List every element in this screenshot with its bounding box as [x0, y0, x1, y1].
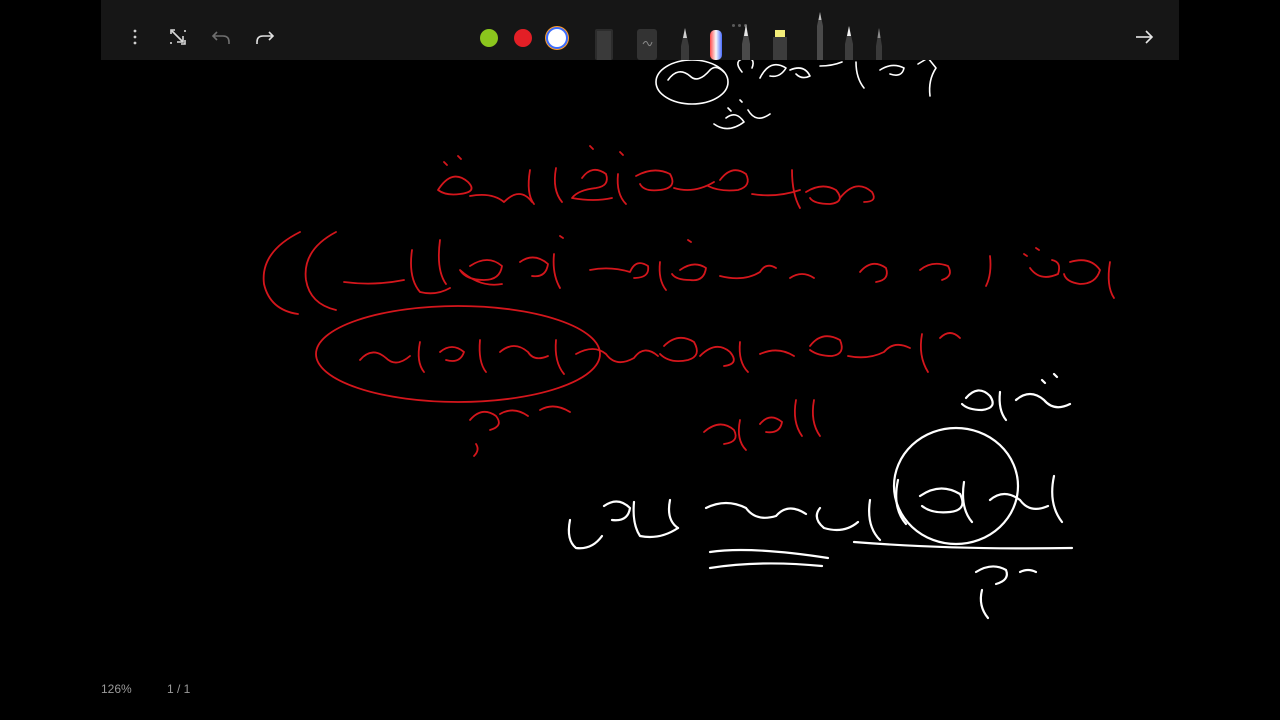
page-indicator[interactable]: 1 / 1: [167, 682, 190, 696]
arrow-right-icon: [1136, 30, 1154, 44]
gradient-marker-icon: [710, 30, 722, 60]
fine-pen-tool[interactable]: [674, 12, 696, 60]
color-swatch-green[interactable]: [480, 29, 498, 47]
ink-white-lower: [567, 372, 1074, 620]
fountain-pen-icon: [817, 12, 823, 60]
ink-red-line-2: [262, 231, 1115, 315]
ballpoint-pen-tool[interactable]: [838, 12, 860, 60]
undo-icon: [211, 31, 230, 44]
highlighter-icon: [773, 30, 787, 60]
more-options-button[interactable]: [122, 24, 148, 50]
pencil-tool[interactable]: [735, 12, 757, 60]
next-page-button[interactable]: [1131, 24, 1157, 50]
fine-pen-icon: [681, 28, 689, 60]
thin-pen-tool[interactable]: [868, 12, 890, 60]
redo-button[interactable]: [252, 24, 278, 50]
thin-pen-icon: [876, 28, 882, 60]
eraser-tool[interactable]: [593, 12, 615, 60]
zoom-level[interactable]: 126%: [101, 682, 132, 696]
pencil-icon: [742, 24, 750, 60]
vertical-ellipsis-icon: [133, 29, 137, 45]
fountain-pen-tool[interactable]: [809, 12, 831, 60]
ink-white-top: [655, 57, 937, 130]
redo-icon: [256, 31, 275, 44]
ink-red-heading: [437, 145, 875, 209]
eraser-icon: [595, 29, 613, 60]
highlighter-tool[interactable]: [769, 12, 791, 60]
handwriting-ink: [262, 57, 1115, 620]
undo-button[interactable]: [208, 24, 234, 50]
collapse-icon: [170, 29, 186, 45]
drawing-canvas[interactable]: 126% 1 / 1: [0, 0, 1280, 720]
ballpoint-pen-icon: [845, 26, 853, 60]
color-swatch-red[interactable]: [514, 29, 532, 47]
lasso-tool[interactable]: [636, 12, 658, 60]
color-swatch-white[interactable]: [548, 29, 566, 47]
ink-red-line-3: [315, 305, 961, 457]
collapse-button[interactable]: [165, 24, 191, 50]
gradient-marker-tool[interactable]: [705, 12, 727, 60]
top-toolbar: [101, 0, 1179, 60]
lasso-icon: [637, 29, 657, 60]
